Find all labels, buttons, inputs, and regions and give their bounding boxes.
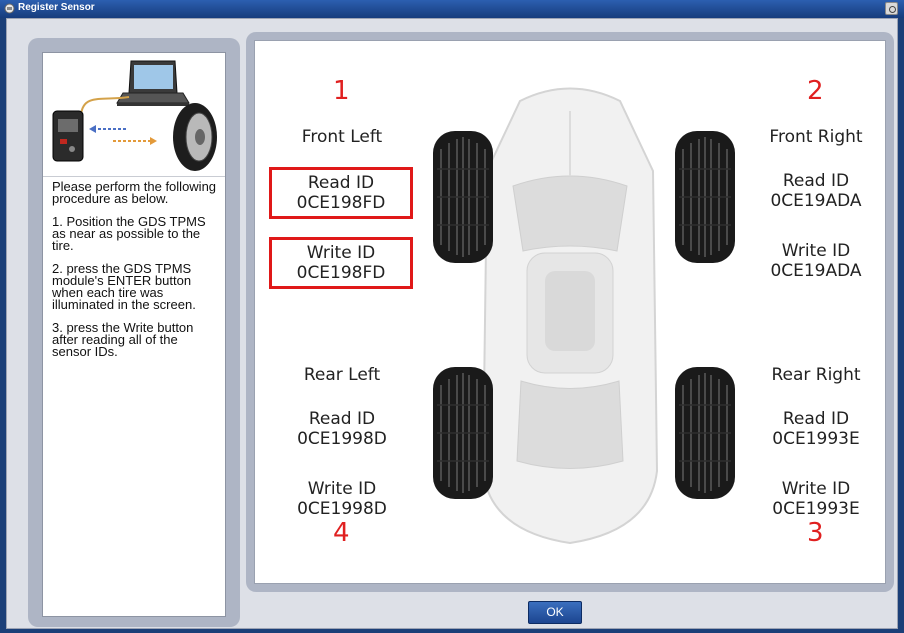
front-left-tire-icon <box>433 131 493 263</box>
front-left-read-id: 0CE198FD <box>296 193 386 213</box>
front-right-read-id: 0CE19ADA <box>770 191 862 211</box>
rear-left-label: Rear Left <box>303 365 381 385</box>
register-sensor-window: Register Sensor Please perform the follo… <box>0 0 904 633</box>
rear-right-number: 3 <box>807 518 824 548</box>
front-right-write-id-box: Write ID 0CE19ADA <box>747 241 885 281</box>
front-left-write-label: Write ID <box>306 243 376 263</box>
procedure-illustration <box>43 53 225 177</box>
title-bar: Register Sensor <box>0 0 904 18</box>
instruction-step-1: 1. Position the GDS TPMS as near as poss… <box>52 214 206 253</box>
front-right-read-id-box: Read ID 0CE19ADA <box>747 171 885 211</box>
rear-left-write-id-box: Write ID 0CE1998D <box>277 479 407 519</box>
front-left-number: 1 <box>333 76 350 106</box>
front-left-write-id-box: Write ID 0CE198FD <box>269 237 413 289</box>
front-left-read-label: Read ID <box>307 173 375 193</box>
rear-right-tire-icon <box>675 367 735 499</box>
rear-right-read-label: Read ID <box>782 409 850 429</box>
rear-left-read-label: Read ID <box>308 409 376 429</box>
rear-right-read-id-box: Read ID 0CE1993E <box>747 409 885 449</box>
front-right-number: 2 <box>807 76 824 106</box>
front-left-write-id: 0CE198FD <box>296 263 386 283</box>
close-window-icon[interactable] <box>885 2 898 15</box>
instruction-step-3: 3. press the Write button after reading … <box>52 320 194 359</box>
instructions-panel: Please perform the following procedure a… <box>28 38 240 627</box>
rear-left-read-id: 0CE1998D <box>297 429 387 449</box>
instruction-intro: Please perform the following procedure a… <box>52 179 217 206</box>
window-icon <box>4 3 15 14</box>
window-title: Register Sensor <box>18 2 95 13</box>
front-right-read-label: Read ID <box>782 171 850 191</box>
front-left-read-id-box: Read ID 0CE198FD <box>269 167 413 219</box>
tpms-module-icon <box>52 110 84 162</box>
front-left-label: Front Left <box>301 127 383 147</box>
front-right-tire-icon <box>675 131 735 263</box>
laptop-icon <box>116 60 190 106</box>
rear-left-write-id: 0CE1998D <box>297 499 387 519</box>
instruction-text: Please perform the following procedure a… <box>52 179 220 369</box>
instructions-content: Please perform the following procedure a… <box>42 52 226 617</box>
rear-right-read-id: 0CE1993E <box>772 429 860 449</box>
rear-left-read-id-box: Read ID 0CE1998D <box>277 409 407 449</box>
ok-button[interactable]: OK <box>528 601 582 624</box>
rear-left-write-label: Write ID <box>307 479 377 499</box>
tire-icon <box>173 103 217 171</box>
instruction-step-2: 2. press the GDS TPMS module's ENTER but… <box>52 261 196 312</box>
sensor-panel: 1 Front Left Read ID 0CE198FD Write ID 0… <box>246 32 894 592</box>
rear-right-write-label: Write ID <box>781 479 851 499</box>
front-right-write-label: Write ID <box>781 241 851 261</box>
front-right-label: Front Right <box>769 127 863 147</box>
rear-right-label: Rear Right <box>771 365 861 385</box>
rear-left-number: 4 <box>333 518 350 548</box>
front-right-write-id: 0CE19ADA <box>770 261 862 281</box>
rear-right-write-id-box: Write ID 0CE1993E <box>747 479 885 519</box>
sensor-diagram: 1 Front Left Read ID 0CE198FD Write ID 0… <box>254 40 886 584</box>
rear-right-write-id: 0CE1993E <box>772 499 860 519</box>
rear-left-tire-icon <box>433 367 493 499</box>
